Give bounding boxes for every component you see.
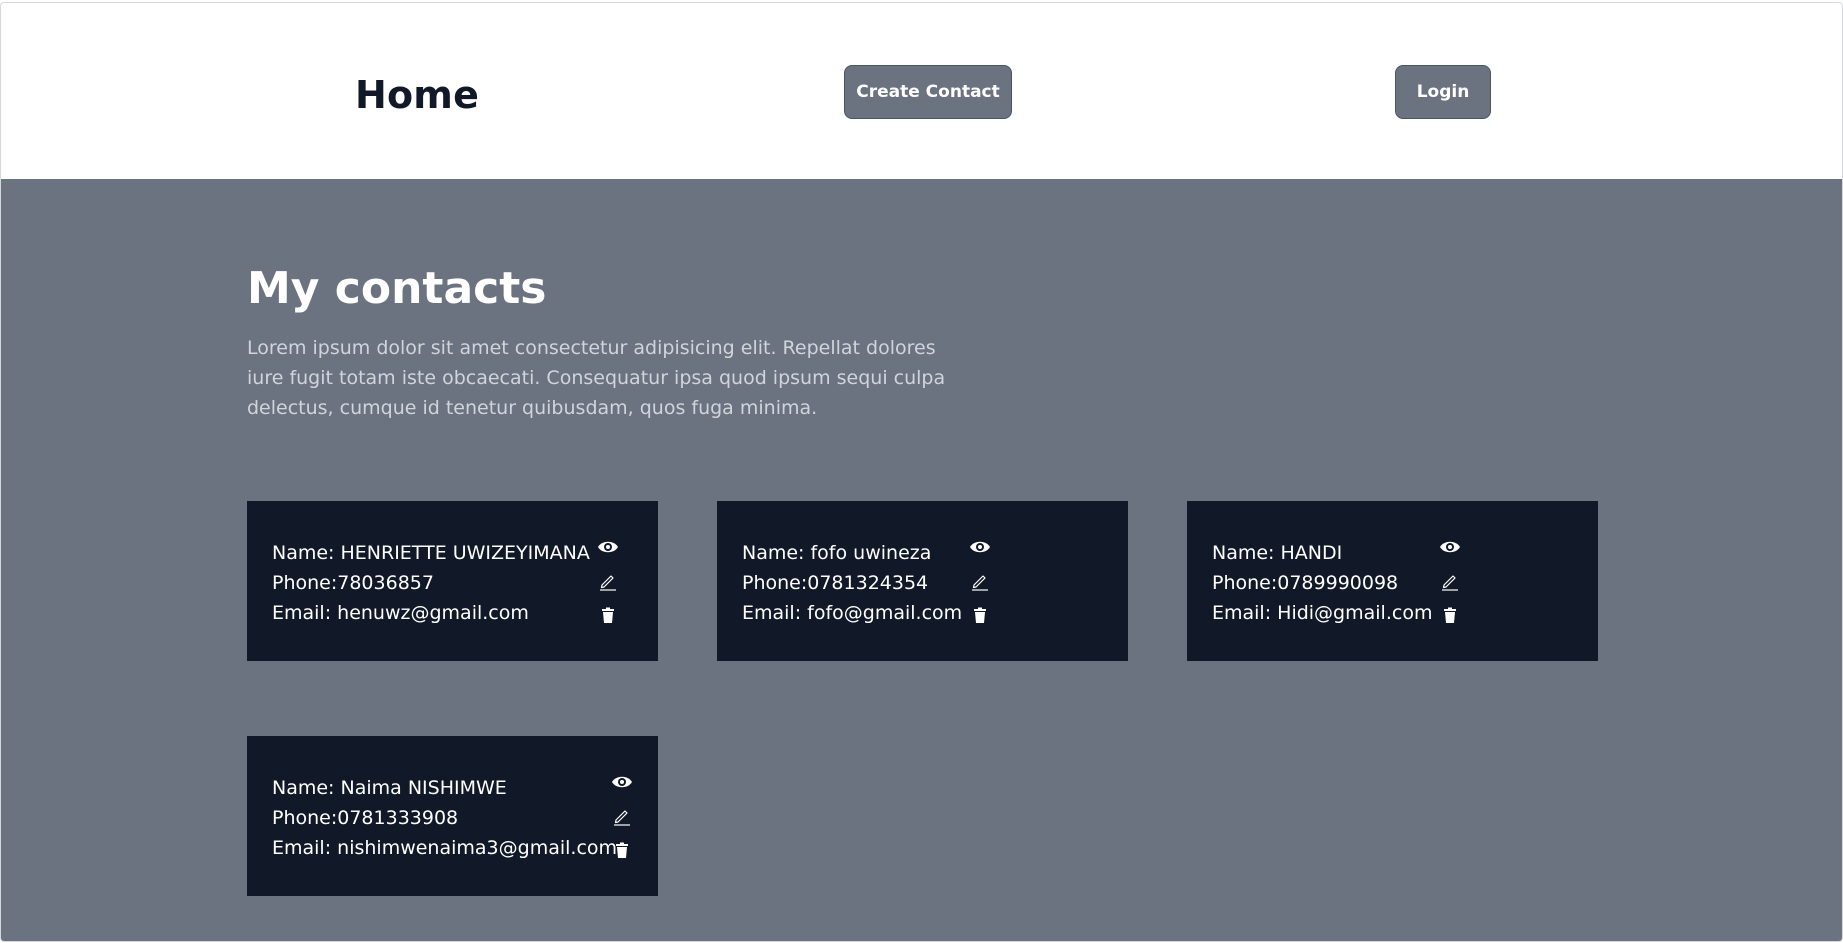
contact-phone: Phone:0789990098 <box>1212 572 1399 594</box>
contact-actions <box>969 536 993 638</box>
login-button[interactable]: Login <box>1395 65 1491 119</box>
navbar: Home Create Contact Login <box>1 3 1842 179</box>
eye-icon[interactable] <box>1439 536 1461 558</box>
contact-phone: Phone:0781333908 <box>272 807 459 829</box>
pencil-icon[interactable] <box>597 570 619 592</box>
eye-icon[interactable] <box>597 536 619 558</box>
contact-actions <box>597 536 621 638</box>
main-content: My contacts Lorem ipsum dolor sit amet c… <box>1 179 1842 941</box>
section-description: Lorem ipsum dolor sit amet consectetur a… <box>247 337 946 419</box>
contact-actions <box>611 771 635 873</box>
contact-email: Email: Hidi@gmail.com <box>1212 602 1433 624</box>
app-window: Home Create Contact Login My contacts Lo… <box>0 2 1843 942</box>
contact-card: Name: fofo uwineza Phone:0781324354 Emai… <box>717 501 1128 661</box>
section-heading: My contacts <box>247 263 547 314</box>
pencil-icon[interactable] <box>969 570 991 592</box>
trash-icon[interactable] <box>597 604 619 626</box>
contact-email: Email: fofo@gmail.com <box>742 602 963 624</box>
page-title[interactable]: Home <box>355 73 479 117</box>
contact-email: Email: henuwz@gmail.com <box>272 602 529 624</box>
contact-name: Name: fofo uwineza <box>742 542 932 564</box>
eye-icon[interactable] <box>969 536 991 558</box>
trash-icon[interactable] <box>611 839 633 861</box>
contact-phone: Phone:0781324354 <box>742 572 929 594</box>
contact-name: Name: Naima NISHIMWE <box>272 777 507 799</box>
contact-details: Name: HENRIETTE UWIZEYIMANA Phone:780368… <box>272 538 590 628</box>
contact-email: Email: nishimwenaima3@gmail.com <box>272 837 618 859</box>
pencil-icon[interactable] <box>611 805 633 827</box>
contact-card: Name: HANDI Phone:0789990098 Email: Hidi… <box>1187 501 1598 661</box>
trash-icon[interactable] <box>969 604 991 626</box>
contact-name: Name: HENRIETTE UWIZEYIMANA <box>272 542 590 564</box>
eye-icon[interactable] <box>611 771 633 793</box>
contact-card: Name: HENRIETTE UWIZEYIMANA Phone:780368… <box>247 501 658 661</box>
pencil-icon[interactable] <box>1439 570 1461 592</box>
contact-card: Name: Naima NISHIMWE Phone:0781333908 Em… <box>247 736 658 896</box>
contact-phone: Phone:78036857 <box>272 572 434 594</box>
contact-actions <box>1439 536 1463 638</box>
contact-details: Name: Naima NISHIMWE Phone:0781333908 Em… <box>272 773 617 863</box>
contact-details: Name: HANDI Phone:0789990098 Email: Hidi… <box>1212 538 1432 628</box>
trash-icon[interactable] <box>1439 604 1461 626</box>
contact-details: Name: fofo uwineza Phone:0781324354 Emai… <box>742 538 962 628</box>
create-contact-button[interactable]: Create Contact <box>844 65 1012 119</box>
contact-name: Name: HANDI <box>1212 542 1343 564</box>
